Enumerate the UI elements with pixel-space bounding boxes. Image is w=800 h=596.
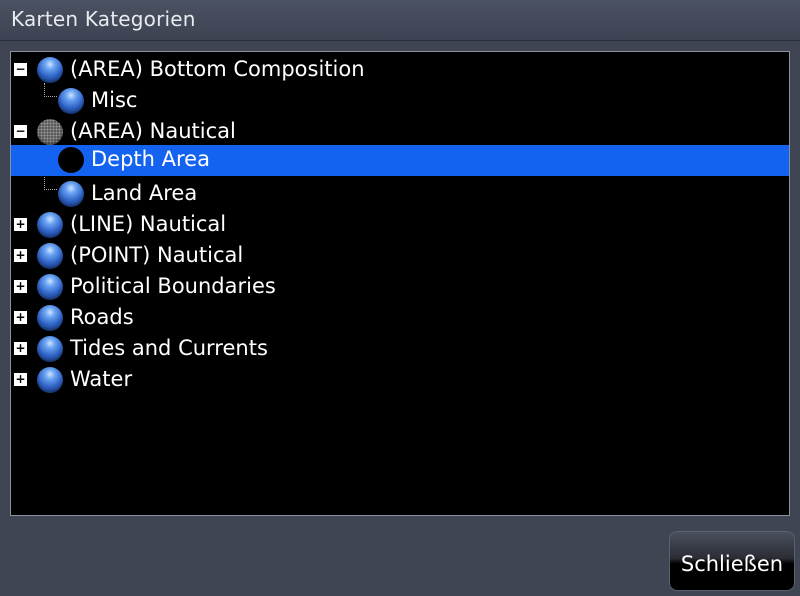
tree-item-depth-area[interactable]: Depth Area	[11, 145, 789, 176]
tree-item-land-area[interactable]: Land Area	[11, 178, 789, 209]
tree-item-political-boundaries[interactable]: + Political Boundaries	[11, 271, 789, 302]
tree-item-label: (LINE) Nautical	[70, 212, 227, 236]
tree-item-label: Misc	[91, 88, 138, 112]
tree-item-roads[interactable]: + Roads	[11, 302, 789, 333]
globe-icon[interactable]	[58, 88, 84, 114]
expand-icon[interactable]: +	[14, 249, 27, 262]
expand-icon[interactable]: +	[14, 311, 27, 324]
globe-icon[interactable]	[37, 57, 63, 83]
window-title: Karten Kategorien	[11, 7, 196, 31]
expand-icon[interactable]: +	[14, 280, 27, 293]
tree-item-label: Roads	[70, 305, 134, 329]
tree-item-water[interactable]: + Water	[11, 364, 789, 395]
collapse-icon[interactable]: −	[14, 63, 27, 76]
tree-item-bottom-composition[interactable]: − (AREA) Bottom Composition	[11, 54, 789, 85]
globe-icon[interactable]	[58, 181, 84, 207]
tree-item-misc[interactable]: Misc	[11, 85, 789, 116]
expand-icon[interactable]: +	[14, 342, 27, 355]
tree-item-label: Tides and Currents	[70, 336, 268, 360]
tree-item-tides-and-currents[interactable]: + Tides and Currents	[11, 333, 789, 364]
tree-item-label: Depth Area	[91, 147, 210, 171]
tree-item-label: (AREA) Bottom Composition	[70, 57, 365, 81]
tree-item-area-nautical[interactable]: − (AREA) Nautical	[11, 116, 789, 147]
category-tree[interactable]: − (AREA) Bottom Composition Misc − (AREA…	[10, 51, 790, 516]
close-button[interactable]: Schließen	[669, 531, 795, 591]
collapse-icon[interactable]: −	[14, 125, 27, 138]
expand-icon[interactable]: +	[14, 373, 27, 386]
globe-icon[interactable]	[37, 243, 63, 269]
tree-item-label: (AREA) Nautical	[70, 119, 236, 143]
tree-item-label: Land Area	[91, 181, 198, 205]
tree-item-label: (POINT) Nautical	[70, 243, 244, 267]
globe-icon[interactable]	[37, 274, 63, 300]
tree-item-point-nautical[interactable]: + (POINT) Nautical	[11, 240, 789, 271]
tree-item-label: Water	[70, 367, 133, 391]
expand-icon[interactable]: +	[14, 218, 27, 231]
globe-icon[interactable]	[37, 367, 63, 393]
globe-icon[interactable]	[37, 305, 63, 331]
tree-item-label: Political Boundaries	[70, 274, 276, 298]
unchecked-globe-icon[interactable]	[58, 147, 84, 173]
partial-globe-icon[interactable]	[37, 119, 63, 145]
tree-item-line-nautical[interactable]: + (LINE) Nautical	[11, 209, 789, 240]
globe-icon[interactable]	[37, 212, 63, 238]
globe-icon[interactable]	[37, 336, 63, 362]
title-bar: Karten Kategorien	[0, 0, 800, 41]
